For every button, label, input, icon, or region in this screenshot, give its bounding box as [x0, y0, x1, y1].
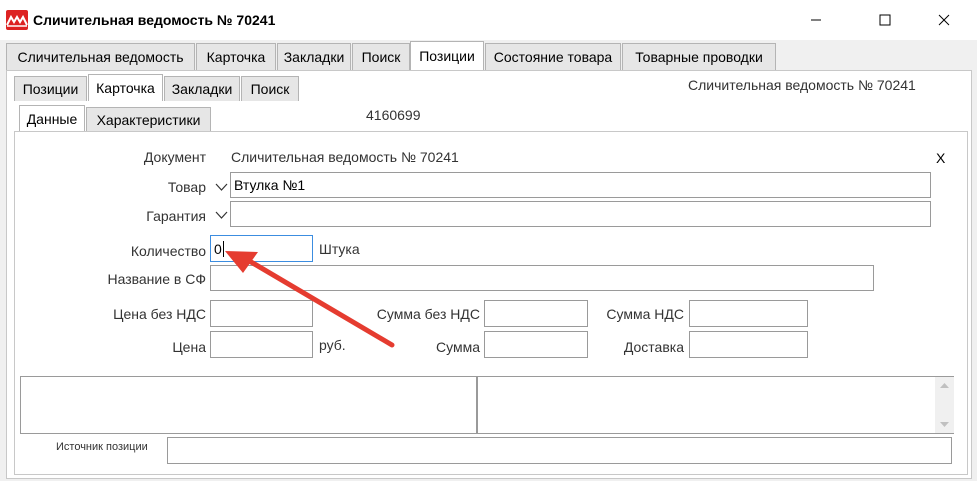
- delivery-field[interactable]: [689, 331, 808, 358]
- product-label: Товар: [167, 179, 206, 195]
- title-bar: Сличительная ведомость № 70241: [0, 0, 977, 40]
- sum-no-vat-field[interactable]: [484, 300, 588, 327]
- invoice-name-field[interactable]: [210, 265, 874, 291]
- warranty-dropdown-button[interactable]: [213, 206, 230, 223]
- vat-sum-field[interactable]: [689, 300, 808, 327]
- product-dropdown-button[interactable]: [213, 178, 230, 195]
- quantity-field[interactable]: 0: [210, 235, 313, 262]
- quantity-value: 0: [214, 240, 222, 257]
- maximize-icon: [879, 14, 891, 26]
- textarea-scrollbar[interactable]: [935, 377, 954, 433]
- source-field[interactable]: [167, 437, 952, 464]
- product-field[interactable]: Втулка №1: [230, 172, 931, 198]
- price-no-vat-label: Цена без НДС: [113, 306, 206, 322]
- price-label: Цена: [172, 339, 206, 355]
- warranty-field[interactable]: [230, 201, 931, 227]
- close-button[interactable]: [921, 0, 967, 40]
- tab-comparison-sheet[interactable]: Сличительная ведомость: [6, 43, 195, 70]
- price-no-vat-field[interactable]: [210, 300, 313, 327]
- invoice-name-label: Название в СФ: [107, 271, 206, 287]
- document-value: Сличительная ведомость № 70241: [231, 149, 459, 165]
- tab-card[interactable]: Карточка: [196, 43, 276, 70]
- app-logo-icon: [6, 10, 28, 30]
- inner-tab-bookmarks[interactable]: Закладки: [164, 76, 240, 101]
- tab-search[interactable]: Поиск: [352, 43, 410, 70]
- maximize-button[interactable]: [862, 0, 908, 40]
- tab-product-state[interactable]: Состояние товара: [485, 43, 621, 70]
- window-title: Сличительная ведомость № 70241: [33, 12, 276, 28]
- close-icon: [938, 14, 950, 26]
- minimize-button[interactable]: [793, 0, 839, 40]
- notes-textarea-right[interactable]: [477, 376, 954, 434]
- record-id: 4160699: [366, 107, 421, 123]
- inner-tab-card[interactable]: Карточка: [88, 74, 163, 101]
- text-caret: [222, 240, 224, 257]
- sum-field[interactable]: [484, 331, 588, 358]
- sub-tab-data[interactable]: Данные: [19, 105, 85, 131]
- minimize-icon: [811, 19, 821, 21]
- sum-no-vat-label: Сумма без НДС: [376, 306, 480, 322]
- sub-tab-bar: Данные Характеристики: [19, 105, 219, 131]
- tab-positions[interactable]: Позиции: [410, 41, 484, 70]
- header-title: Сличительная ведомость № 70241: [688, 77, 916, 93]
- clear-document-button[interactable]: X: [936, 150, 945, 166]
- chevron-down-icon: [215, 211, 228, 219]
- tab-bookmarks[interactable]: Закладки: [277, 43, 351, 70]
- source-label: Источник позиции: [56, 441, 148, 453]
- quantity-label: Количество: [130, 243, 206, 259]
- inner-tab-positions[interactable]: Позиции: [14, 76, 87, 101]
- price-field[interactable]: [210, 331, 313, 358]
- inner-tab-bar: Позиции Карточка Закладки Поиск: [14, 74, 314, 101]
- sum-label: Сумма: [436, 339, 480, 355]
- document-label: Документ: [143, 149, 206, 165]
- unit-label: Штука: [319, 241, 360, 257]
- tab-product-transactions[interactable]: Товарные проводки: [622, 43, 776, 70]
- vat-sum-label: Сумма НДС: [606, 306, 684, 322]
- sub-tab-characteristics[interactable]: Характеристики: [86, 107, 211, 131]
- notes-textarea-left[interactable]: [20, 376, 477, 434]
- scroll-arrows-icon: [940, 383, 949, 427]
- delivery-label: Доставка: [623, 339, 684, 355]
- chevron-down-icon: [215, 183, 228, 191]
- outer-tab-bar: Сличительная ведомость Карточка Закладки…: [6, 41, 976, 70]
- warranty-label: Гарантия: [146, 208, 206, 224]
- inner-tab-search[interactable]: Поиск: [241, 76, 299, 101]
